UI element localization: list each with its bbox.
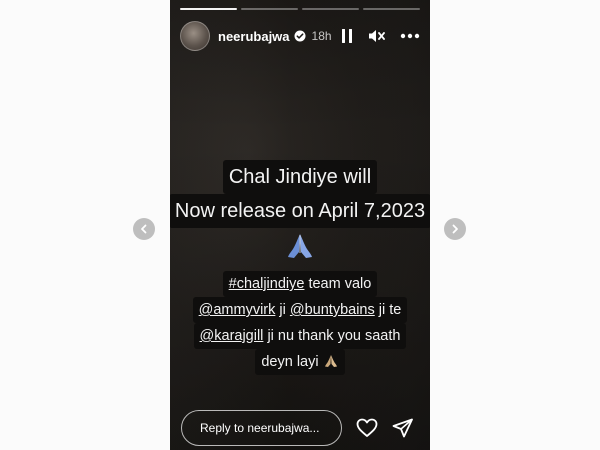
closing-text: deyn layi	[261, 354, 319, 370]
mention-buntybains[interactable]: @buntybains	[290, 302, 375, 318]
reply-input[interactable]: Reply to neerubajwa...	[181, 410, 342, 446]
mentions-line-2: @karajgill ji nu thank you saath	[193, 323, 407, 349]
avatar[interactable]	[180, 21, 210, 51]
more-icon[interactable]	[400, 33, 420, 39]
story-text-overlay: Chal Jindiye will Now release on April 7…	[170, 160, 430, 375]
mention-text: ji	[275, 302, 290, 318]
post-time: 18h	[311, 29, 332, 43]
next-story-button[interactable]	[444, 218, 466, 240]
folded-hands-emoji	[285, 232, 315, 265]
story-controls	[340, 28, 420, 44]
username[interactable]: neerubajwa	[218, 29, 290, 44]
story-header: neerubajwa 18h	[180, 21, 420, 51]
send-icon[interactable]	[392, 418, 414, 438]
mention-ammyvirk[interactable]: @ammyvirk	[199, 302, 276, 318]
progress-segment	[241, 8, 298, 10]
hashtag-link[interactable]: #chaljindiye	[229, 276, 305, 292]
mention-karajgill[interactable]: @karajgill	[200, 328, 264, 344]
tag-line: #chaljindiye team valo	[222, 271, 378, 297]
chevron-right-icon	[452, 224, 458, 234]
mute-icon[interactable]	[368, 28, 386, 44]
folded-hands-small-icon	[324, 355, 337, 367]
story-viewer[interactable]: neerubajwa 18h Chal Jindiye will Now rel…	[170, 0, 430, 450]
pause-icon[interactable]	[340, 28, 354, 44]
tag-line-text: team valo	[304, 276, 372, 292]
headline-line-1: Chal Jindiye will	[222, 160, 378, 194]
previous-story-button[interactable]	[133, 218, 155, 240]
heart-icon[interactable]	[356, 418, 378, 438]
mention-text: ji nu thank you saath	[263, 328, 401, 344]
verified-icon	[294, 30, 306, 42]
progress-segment	[302, 8, 359, 10]
mentions-line-1: @ammyvirk ji @buntybains ji te	[192, 297, 408, 323]
folded-hands-icon	[288, 234, 312, 258]
headline-line-2: Now release on April 7,2023	[170, 194, 430, 228]
mention-text: ji te	[374, 302, 402, 318]
progress-segment	[363, 8, 420, 10]
story-progress-bar	[180, 8, 420, 10]
chevron-left-icon	[141, 224, 147, 234]
progress-segment	[180, 8, 237, 10]
closing-line: deyn layi	[255, 349, 345, 375]
